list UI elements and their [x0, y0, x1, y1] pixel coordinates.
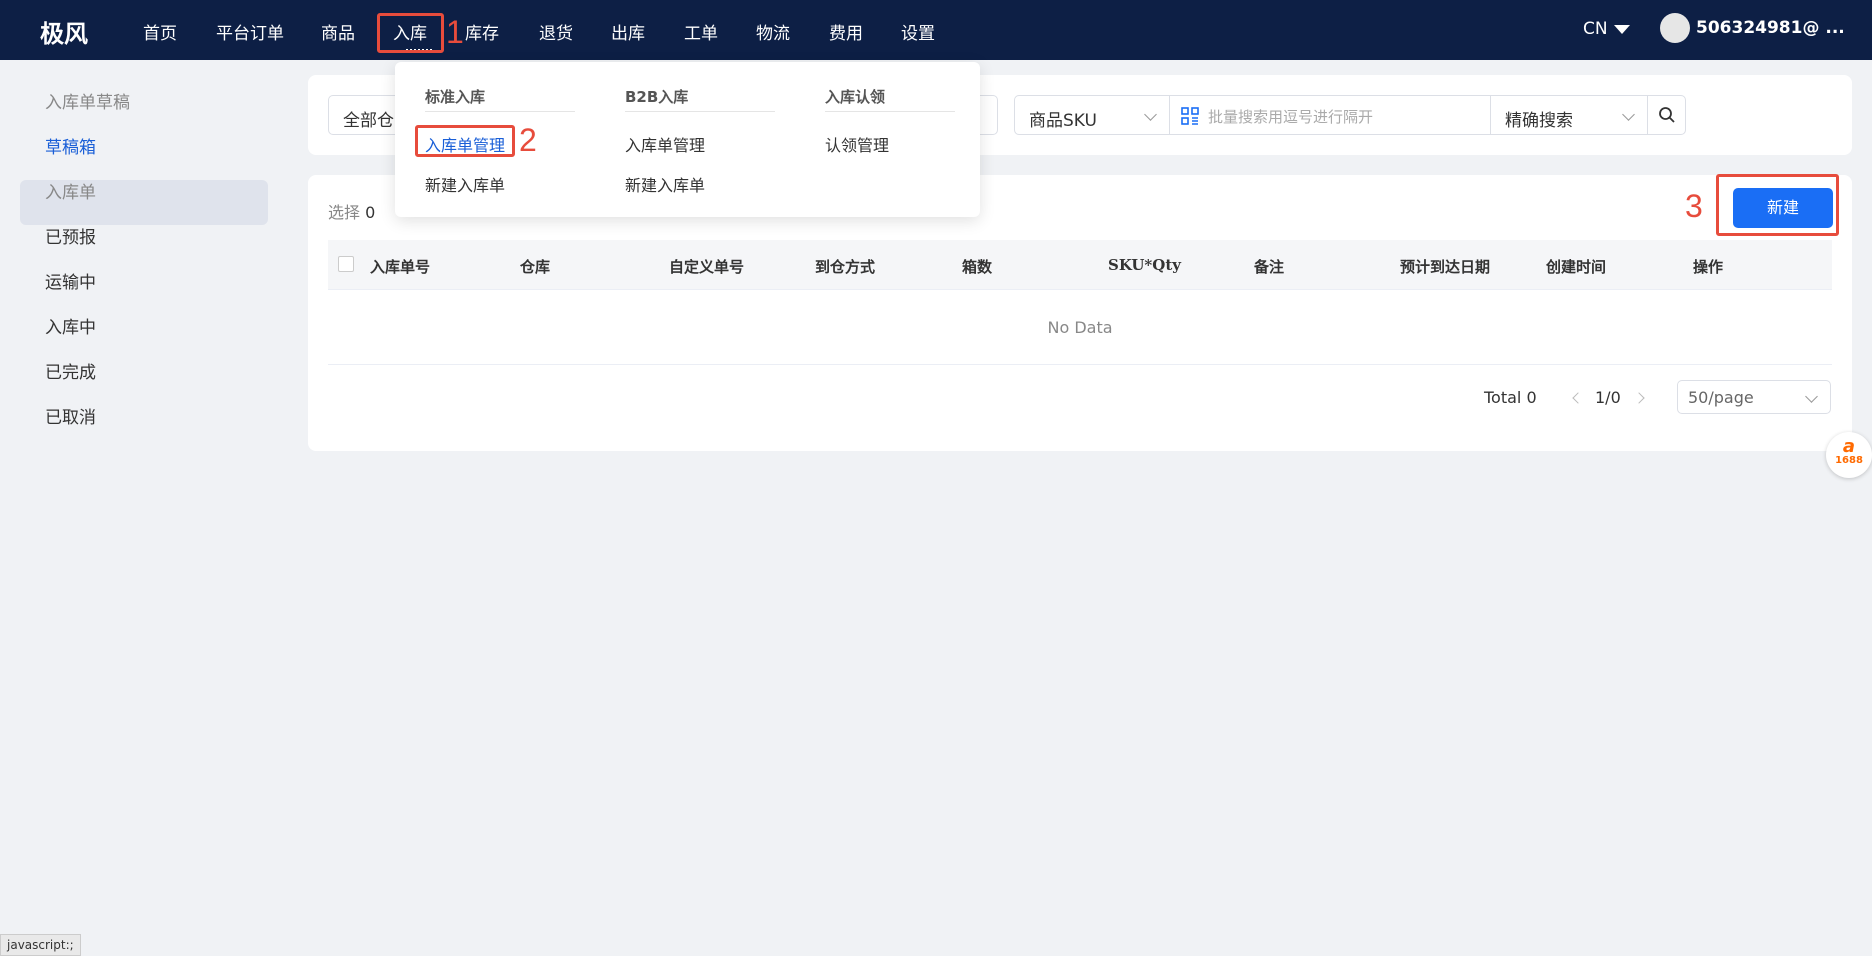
col-box-count[interactable]: 箱数: [962, 256, 992, 277]
divider: [625, 111, 775, 112]
col-actions[interactable]: 操作: [1693, 256, 1723, 277]
warehouse-select-value: 全部仓: [343, 111, 394, 131]
side-badge-label: 1688: [1835, 455, 1863, 466]
sidebar-item-draft-box[interactable]: 草稿箱: [45, 133, 96, 158]
sku-type-value: 商品SKU: [1029, 111, 1097, 131]
selected-number: 0: [365, 203, 376, 222]
user-menu[interactable]: 506324981@ ...: [1660, 13, 1845, 43]
dropdown-claim-manage[interactable]: 认领管理: [825, 132, 889, 156]
batch-search-input[interactable]: 批量搜索用逗号进行隔开: [1169, 95, 1491, 135]
search-mode-value: 精确搜索: [1505, 111, 1573, 131]
page-size-select[interactable]: 50/page: [1677, 380, 1831, 414]
dropdown-standard-new[interactable]: 新建入库单: [425, 172, 505, 196]
select-all-checkbox[interactable]: [338, 256, 354, 272]
table-header: [328, 240, 1832, 290]
selected-count: 选择 0: [328, 199, 375, 223]
divider: [825, 111, 955, 112]
col-warehouse[interactable]: 仓库: [520, 256, 550, 277]
ali-logo-icon: a: [1842, 436, 1856, 457]
annotation-number-1: 1: [446, 14, 464, 50]
sidebar-item-receiving[interactable]: 入库中: [45, 313, 96, 338]
col-sku-qty[interactable]: SKU*Qty: [1108, 256, 1181, 274]
nav-home[interactable]: 首页: [143, 19, 177, 44]
caret-down-icon: [1613, 24, 1630, 34]
nav-settings[interactable]: 设置: [901, 19, 935, 44]
user-name: 506324981@ ...: [1696, 18, 1845, 38]
nav-outbound[interactable]: 出库: [611, 19, 645, 44]
nav-inventory[interactable]: 库存: [465, 19, 499, 44]
annotation-number-3: 3: [1685, 188, 1703, 224]
nav-fees[interactable]: 费用: [829, 19, 863, 44]
dropdown-group-b2b: B2B入库: [625, 88, 689, 106]
sidebar-group-drafts: 入库单草稿: [45, 93, 130, 113]
search-mode-select[interactable]: 精确搜索: [1490, 95, 1648, 135]
nav-platform-orders[interactable]: 平台订单: [216, 19, 284, 44]
language-label: CN: [1583, 19, 1608, 39]
col-arrival-method[interactable]: 到仓方式: [815, 256, 875, 277]
chevron-down-icon: [1805, 390, 1818, 403]
selected-label: 选择: [328, 203, 361, 222]
sidebar-item-completed[interactable]: 已完成: [45, 358, 96, 383]
page-size-value: 50/page: [1688, 388, 1754, 407]
dropdown-b2b-new[interactable]: 新建入库单: [625, 172, 705, 196]
sku-type-select[interactable]: 商品SKU: [1014, 95, 1170, 135]
search-placeholder: 批量搜索用逗号进行隔开: [1208, 108, 1374, 126]
annotation-box-1: [377, 13, 444, 53]
sidebar-item-in-transit[interactable]: 运输中: [45, 268, 96, 293]
1688-floating-icon[interactable]: a 1688: [1826, 432, 1872, 478]
search-icon: [1659, 107, 1675, 123]
dropdown-group-claim: 入库认领: [825, 88, 886, 106]
nav-products[interactable]: 商品: [321, 19, 355, 44]
col-inbound-no[interactable]: 入库单号: [370, 256, 430, 277]
chevron-down-icon: [1144, 108, 1157, 121]
avatar: [1660, 13, 1690, 43]
batch-search-icon: [1181, 107, 1199, 125]
sidebar-item-cancelled[interactable]: 已取消: [45, 403, 96, 428]
col-remark[interactable]: 备注: [1254, 256, 1284, 277]
annotation-box-2: [415, 125, 515, 157]
dropdown-b2b-manage[interactable]: 入库单管理: [625, 132, 705, 156]
search-button[interactable]: [1647, 95, 1686, 135]
sidebar: [0, 60, 290, 956]
top-nav-bar: 极风 首页 平台订单 商品 入库 库存 退货 出库 工单 物流 费用 设置 CN…: [0, 0, 1872, 60]
sidebar-group-inbound: 入库单: [45, 183, 96, 203]
annotation-number-2: 2: [519, 122, 537, 158]
pagination-page: 1/0: [1595, 388, 1621, 407]
chevron-down-icon: [1622, 108, 1635, 121]
empty-state: No Data: [328, 290, 1832, 365]
language-select[interactable]: CN: [1583, 19, 1630, 39]
col-expected-date[interactable]: 预计到达日期: [1400, 256, 1490, 277]
nav-returns[interactable]: 退货: [539, 19, 573, 44]
col-created-time[interactable]: 创建时间: [1546, 256, 1606, 277]
dropdown-group-standard: 标准入库: [425, 88, 486, 106]
divider: [425, 111, 575, 112]
annotation-box-3: [1716, 174, 1839, 236]
pagination-total: Total 0: [1484, 388, 1537, 407]
col-custom-no[interactable]: 自定义单号: [669, 256, 744, 277]
nav-work-orders[interactable]: 工单: [684, 19, 718, 44]
app-logo[interactable]: 极风: [40, 14, 88, 49]
browser-status-bar: javascript:;: [0, 934, 81, 956]
sidebar-item-forecast[interactable]: 已预报: [45, 223, 96, 248]
nav-logistics[interactable]: 物流: [756, 19, 790, 44]
